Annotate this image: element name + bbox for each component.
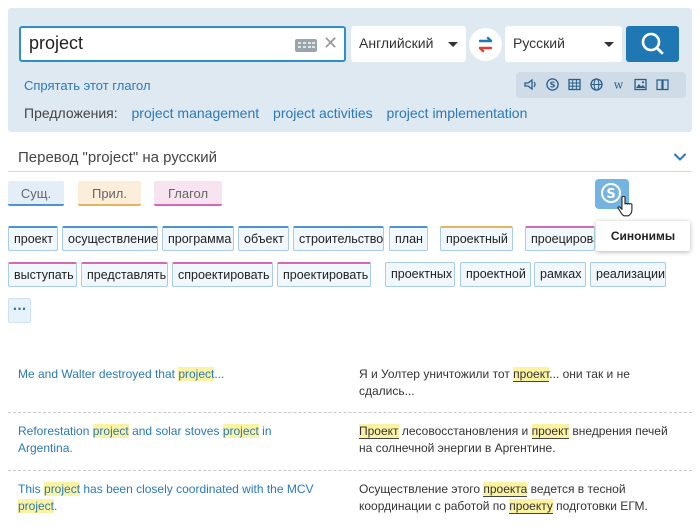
example-translation: Проект лесовосстановления и проект внедр…: [359, 423, 669, 457]
svg-text:S: S: [550, 80, 556, 89]
pos-tab[interactable]: Прил.: [78, 181, 141, 206]
translation-chip[interactable]: объект: [238, 226, 289, 251]
globe-icon[interactable]: [590, 78, 603, 91]
pos-tab[interactable]: Глагол: [154, 181, 222, 206]
highlighted-term: project: [92, 424, 129, 438]
example-text: Reforestation: [18, 424, 93, 438]
translation-chip[interactable]: представлять: [81, 262, 168, 287]
search-input[interactable]: project ✕: [19, 26, 346, 62]
example-text: ...: [214, 367, 225, 381]
highlighted-term: проекта: [483, 482, 528, 497]
translation-chip[interactable]: строительство: [293, 226, 384, 251]
clear-icon[interactable]: ✕: [323, 32, 338, 56]
search-icon: [641, 32, 664, 55]
example-text: has been closely coordinated with the MC…: [80, 482, 314, 496]
suggestion-link[interactable]: project management: [132, 105, 260, 121]
example-divider: [8, 470, 692, 471]
example-text: .: [54, 499, 58, 513]
chevron-down-icon: [448, 42, 458, 47]
divider: [8, 171, 692, 172]
book-icon[interactable]: [656, 78, 669, 91]
svg-text:S: S: [606, 187, 615, 202]
search-query-text[interactable]: project: [29, 33, 83, 54]
target-language-label: Русский: [513, 35, 565, 51]
translation-chip[interactable]: проектных: [385, 262, 455, 287]
translation-chip[interactable]: проект: [8, 226, 58, 251]
example-divider: [8, 412, 692, 413]
highlighted-term: project: [178, 367, 215, 381]
translation-chip[interactable]: проектировать: [277, 262, 371, 287]
highlighted-term: проекту: [509, 499, 553, 514]
speaker-icon[interactable]: [524, 78, 537, 91]
translation-chip[interactable]: осуществление: [62, 226, 158, 251]
keyboard-icon[interactable]: [295, 39, 317, 52]
highlighted-term: project: [18, 499, 55, 513]
swap-icon: [478, 36, 493, 53]
swap-languages-button[interactable]: [469, 28, 502, 61]
toolbar: S w: [516, 72, 686, 98]
example-text: Me and Walter destroyed that: [18, 367, 179, 381]
highlighted-term: project: [44, 482, 81, 496]
translation-chip[interactable]: план: [389, 226, 428, 251]
svg-text:w: w: [614, 79, 624, 92]
highlighted-term: project: [222, 424, 259, 438]
search-panel: project ✕ Английский Русский Спрятать эт…: [8, 8, 692, 132]
suggestions: Предложения: project management project …: [24, 105, 527, 121]
example-text: Осуществление этого: [359, 482, 484, 496]
source-language-select[interactable]: Английский: [351, 26, 466, 62]
example-translation: Я и Уолтер уничтожили тот проект... они …: [359, 366, 669, 400]
example-text: Я и Уолтер уничтожили тот: [359, 367, 514, 381]
example-source[interactable]: Me and Walter destroyed that project...: [18, 366, 328, 383]
example-text: This: [18, 482, 45, 496]
suggestion-link[interactable]: project activities: [273, 105, 373, 121]
translation-chip[interactable]: спроектировать: [172, 262, 273, 287]
translation-chip[interactable]: проектный: [440, 226, 513, 251]
translation-header: Перевод "project" на русский: [18, 149, 217, 166]
more-translations-button[interactable]: ···: [8, 298, 31, 323]
suggestion-link[interactable]: project implementation: [387, 105, 528, 121]
wikipedia-icon[interactable]: w: [612, 78, 625, 92]
example-text: лесовосстановления и: [398, 424, 532, 438]
synonyms-icon[interactable]: S: [546, 78, 559, 91]
translation-chip[interactable]: программа: [162, 226, 234, 251]
synonyms-tooltip: Синонимы: [596, 221, 690, 251]
translation-chip[interactable]: реализации: [590, 262, 666, 287]
example-text: подготовки ЕГМ.: [552, 499, 648, 513]
highlighted-term: Проект: [359, 424, 399, 439]
translation-chip[interactable]: проецировать: [525, 226, 595, 251]
hand-cursor-icon: [617, 195, 633, 217]
image-icon[interactable]: [634, 78, 647, 91]
translation-chip[interactable]: проектной: [460, 262, 531, 287]
example-text: and solar stoves: [128, 424, 223, 438]
chevron-down-icon[interactable]: [673, 150, 687, 164]
table-icon[interactable]: [568, 78, 581, 91]
translation-chip[interactable]: рамках: [534, 262, 586, 287]
example-source[interactable]: Reforestation project and solar stoves p…: [18, 423, 328, 457]
chevron-down-icon: [604, 42, 614, 47]
pos-tab[interactable]: Сущ.: [8, 181, 64, 206]
target-language-select[interactable]: Русский: [505, 26, 622, 62]
source-language-label: Английский: [359, 35, 434, 51]
example-source[interactable]: This project has been closely coordinate…: [18, 481, 328, 515]
example-translation: Осуществление этого проекта ведется в те…: [359, 481, 669, 515]
translation-chip[interactable]: выступать: [8, 262, 77, 287]
highlighted-term: проект: [513, 367, 550, 382]
hide-verb-link[interactable]: Спрятать этот глагол: [24, 78, 151, 93]
suggestions-label: Предложения:: [24, 105, 118, 121]
search-button[interactable]: [626, 26, 679, 62]
highlighted-term: проект: [531, 424, 569, 439]
